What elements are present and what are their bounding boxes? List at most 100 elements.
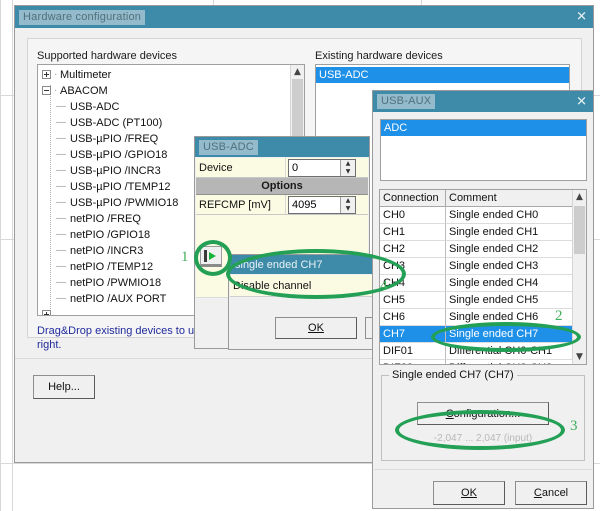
aux-device-list[interactable]: ADC (380, 119, 587, 181)
cell-comment: Differential CH0-CH1 (446, 343, 586, 360)
transfer-right-button[interactable] (200, 246, 222, 267)
device-spin-buttons[interactable]: ▲ ▼ (340, 159, 355, 176)
refcmp-row: REFCMP [mV] 4095 ▲ ▼ (196, 195, 368, 215)
column-header-connection[interactable]: Connection (380, 190, 446, 207)
close-icon[interactable]: ✕ (576, 95, 587, 108)
scroll-down-icon[interactable]: ▼ (573, 350, 586, 364)
spin-up-icon[interactable]: ▲ (341, 197, 355, 205)
cell-connection: CH2 (380, 241, 446, 258)
tree-item-label: USB-µPIO /GPIO18 (70, 149, 168, 161)
connection-grid[interactable]: Connection Comment CH0 Single ended CH0 CH1… (379, 189, 587, 365)
main-window-title: Hardware configuration (19, 9, 146, 25)
arrow-right-icon (204, 249, 216, 262)
aux-ok-label: OK (461, 487, 477, 499)
tree-item-label: netPIO /FREQ (70, 213, 141, 225)
table-row[interactable]: DIF01 Differential CH0-CH1 (380, 343, 586, 360)
tree-item-label: USB-µPIO /PWMIO18 (70, 197, 179, 209)
spin-up-icon[interactable]: ▲ (341, 160, 355, 168)
tree-connector-icon: — (56, 245, 66, 257)
configuration-label: Configuration... (445, 407, 521, 420)
supported-hardware-label: Supported hardware devices (37, 50, 178, 62)
connection-grid-body: CH0 Single ended CH0 CH1 Single ended CH1 CH… (380, 207, 586, 364)
table-row[interactable]: CH6 Single ended CH6 (380, 309, 586, 326)
close-icon[interactable]: ✕ (576, 11, 587, 24)
existing-body: USB-ADC (316, 67, 569, 83)
help-button[interactable]: Help... (33, 375, 95, 399)
spin-down-icon[interactable]: ▼ (341, 205, 355, 213)
tree-item-label: USB-µPIO /TEMP12 (70, 181, 171, 193)
aux-device-label: ADC (384, 122, 408, 134)
tree-item[interactable]: · Multimeter (38, 67, 290, 83)
table-row[interactable]: CH5 Single ended CH5 (380, 292, 586, 309)
cell-connection: CH4 (380, 275, 446, 292)
aux-ok-button[interactable]: OK (433, 481, 505, 505)
aux-device-item[interactable]: ADC (381, 120, 586, 136)
aux-cancel-label: Cancel (533, 487, 569, 499)
tree-item-label: USB-µPIO /FREQ (70, 133, 159, 145)
tree-item-label: netPIO /TEMP12 (70, 261, 154, 273)
collapse-icon[interactable] (42, 86, 51, 96)
ch7-ok-button[interactable]: OK (275, 317, 357, 339)
scroll-up-icon[interactable]: ▲ (291, 65, 304, 79)
cell-connection: DIF01 (380, 343, 446, 360)
disable-channel-label: Disable channel (233, 279, 312, 292)
cell-connection: CH6 (380, 309, 446, 326)
table-row[interactable]: CH3 Single ended CH3 (380, 258, 586, 275)
expand-icon[interactable] (42, 70, 51, 80)
cell-comment: Single ended CH6 (446, 309, 586, 326)
refcmp-value-cell: 4095 ▲ ▼ (286, 195, 368, 214)
existing-device-label: USB-ADC (319, 69, 369, 81)
main-titlebar: Hardware configuration ✕ (15, 6, 593, 28)
cell-connection: CH3 (380, 258, 446, 275)
cell-comment: Single ended CH1 (446, 224, 586, 241)
tree-item[interactable]: — USB-ADC (38, 99, 290, 115)
channel-config-groupbox-title: Single ended CH7 (CH7) (389, 369, 517, 381)
spin-down-icon[interactable]: ▼ (341, 168, 355, 176)
usb-adc-title: USB-ADC (199, 139, 258, 155)
tree-connector-icon: — (56, 165, 66, 177)
cell-comment: Single ended CH0 (446, 207, 586, 224)
tree-item-label: Multimeter (60, 69, 112, 81)
cell-connection: DIF23 (380, 360, 446, 364)
tree-connector-icon: — (56, 213, 66, 225)
tree-item-label: USB-µPIO /INCR3 (70, 165, 161, 177)
tree-item[interactable]: — USB-ADC (PT100) (38, 115, 290, 131)
tree-item-label: netPIO /PWMIO18 (70, 277, 162, 289)
cell-connection: CH0 (380, 207, 446, 224)
column-header-comment[interactable]: Comment (446, 190, 586, 207)
existing-device-item[interactable]: USB-ADC (316, 67, 569, 83)
refcmp-label: REFCMP [mV] (196, 195, 286, 214)
refcmp-spin-buttons[interactable]: ▲ ▼ (340, 196, 355, 213)
cell-comment: Single ended CH2 (446, 241, 586, 258)
cell-comment: Single ended CH5 (446, 292, 586, 309)
aux-cancel-button[interactable]: Cancel (515, 481, 587, 505)
connection-grid-scrollbar[interactable]: ▲ ▼ (572, 190, 586, 364)
device-value-cell: 0 ▲ ▼ (286, 158, 368, 177)
expand-icon[interactable] (42, 310, 51, 315)
usb-aux-dialog: USB-AUX ✕ ADC Connection Comment CH0 Singl… (372, 90, 594, 509)
table-row[interactable]: CH2 Single ended CH2 (380, 241, 586, 258)
table-row[interactable]: DIF23Differential CH2-CH3 (380, 360, 586, 364)
configuration-button[interactable]: Configuration... (417, 402, 549, 425)
scroll-up-icon[interactable]: ▲ (573, 190, 586, 204)
usb-adc-titlebar: USB-ADC (195, 137, 369, 157)
tree-connector-icon: — (56, 149, 66, 161)
tree-connector-icon: — (56, 117, 66, 129)
table-row[interactable]: CH0 Single ended CH0 (380, 207, 586, 224)
table-row[interactable]: CH4 Single ended CH4 (380, 275, 586, 292)
scroll-thumb[interactable] (574, 206, 585, 254)
tree-connector-icon: — (56, 277, 66, 289)
usb-aux-titlebar: USB-AUX ✕ (373, 91, 593, 112)
device-spinbox[interactable]: 0 ▲ ▼ (288, 158, 356, 177)
table-row[interactable]: CH1 Single ended CH1 (380, 224, 586, 241)
refcmp-spinbox[interactable]: 4095 ▲ ▼ (288, 195, 356, 214)
usb-aux-title: USB-AUX (377, 94, 436, 109)
table-row[interactable]: CH7 Single ended CH7 (380, 326, 586, 343)
tree-item[interactable]: · ABACOM (38, 83, 290, 99)
cell-connection: CH7 (380, 326, 446, 343)
ch7-ok-label: OK (308, 322, 324, 334)
tree-connector-icon: — (56, 133, 66, 145)
channel-range-text: -2,047 ... 2,047 (input) (433, 433, 533, 444)
existing-hardware-label: Existing hardware devices (315, 50, 443, 62)
channel-config-groupbox: Single ended CH7 (CH7) Configuration... … (381, 369, 585, 461)
